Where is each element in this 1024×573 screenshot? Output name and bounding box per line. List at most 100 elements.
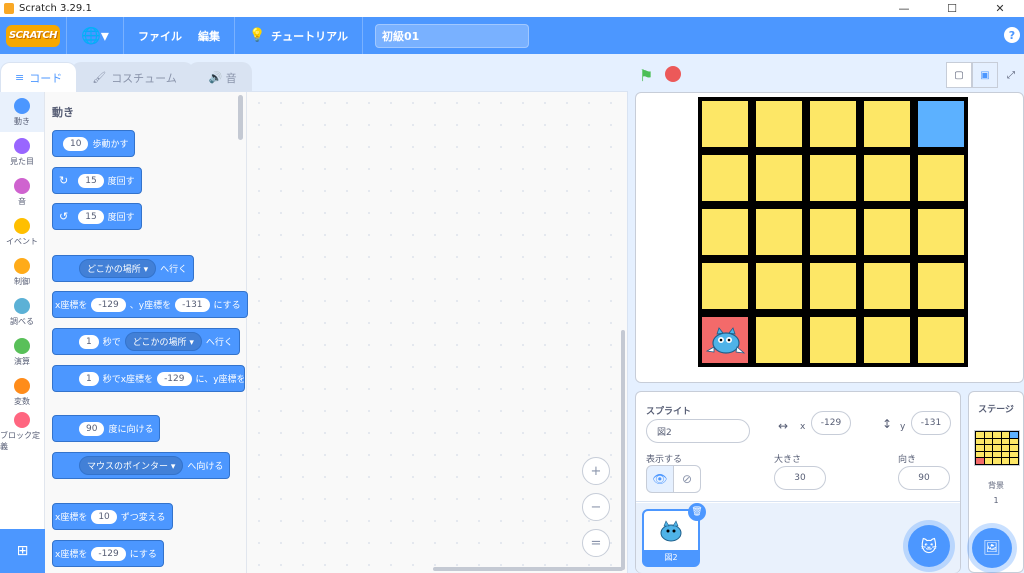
green-flag-icon[interactable]: ⚑ bbox=[639, 66, 653, 85]
maximize-button[interactable]: ☐ bbox=[928, 0, 976, 17]
category-variables[interactable]: 変数 bbox=[0, 372, 44, 412]
tab-sounds[interactable]: 🔊 音 bbox=[187, 62, 252, 92]
delete-sprite-button[interactable]: 🗑 bbox=[688, 503, 706, 521]
window-title: Scratch 3.29.1 bbox=[19, 3, 92, 14]
degrees-input[interactable]: 15 bbox=[78, 209, 104, 224]
category-events[interactable]: イベント bbox=[0, 212, 44, 252]
grid-cell bbox=[914, 313, 968, 367]
x-position-input[interactable]: -129 bbox=[811, 411, 851, 435]
size-input[interactable]: 30 bbox=[774, 466, 826, 490]
goto-xy-block[interactable]: x座標を -129 、y座標を -131 にする bbox=[52, 291, 248, 318]
steps-input[interactable]: 10 bbox=[63, 136, 89, 151]
zoom-out-button[interactable]: − bbox=[582, 493, 610, 521]
category-dot bbox=[14, 137, 30, 154]
turn-right-block[interactable]: ↻ 15 度回す bbox=[52, 167, 142, 194]
grid-cell bbox=[806, 97, 860, 151]
category-sensing[interactable]: 調べる bbox=[0, 292, 44, 332]
menu-bar: SCRATCH 🌐▾ ファイル 編集 💡 チュートリアル 初級01 ? bbox=[0, 17, 1024, 54]
tile-grid bbox=[698, 97, 970, 371]
category-label: ブロック定義 bbox=[0, 431, 40, 451]
glide-target-dropdown[interactable]: どこかの場所 ▾ bbox=[124, 332, 202, 351]
y-input[interactable]: -131 bbox=[175, 297, 210, 312]
normal-stage-button[interactable]: ▣ bbox=[972, 62, 998, 88]
add-extension-button[interactable]: ⊞ bbox=[0, 529, 45, 573]
close-button[interactable]: ✕ bbox=[976, 0, 1024, 17]
category-operators[interactable]: 演算 bbox=[0, 332, 44, 372]
category-my-blocks[interactable]: ブロック定義 bbox=[0, 412, 44, 452]
tab-costumes[interactable]: 🖌 コスチューム bbox=[71, 62, 194, 92]
brush-icon: 🖌 bbox=[92, 71, 107, 84]
file-menu[interactable]: ファイル bbox=[130, 17, 190, 54]
point-direction-block[interactable]: 90 度に向ける bbox=[52, 415, 161, 442]
palette-scrollbar[interactable] bbox=[238, 95, 243, 140]
small-stage-button[interactable]: ▢ bbox=[946, 62, 972, 88]
x-label: x bbox=[800, 422, 806, 432]
extension-icon: ⊞ bbox=[16, 543, 29, 559]
minimize-button[interactable]: — bbox=[880, 0, 928, 17]
tab-code[interactable]: ≡ コード bbox=[0, 62, 78, 92]
category-dot bbox=[14, 297, 30, 314]
stop-icon[interactable] bbox=[665, 66, 681, 82]
category-control[interactable]: 制御 bbox=[0, 252, 44, 292]
block-text: へ行く bbox=[160, 265, 188, 275]
goto-target-dropdown[interactable]: どこかの場所 ▾ bbox=[79, 259, 157, 278]
show-sprite-button[interactable]: 👁 bbox=[646, 465, 674, 493]
stage-thumbnail[interactable] bbox=[974, 430, 1020, 466]
sprite-cell[interactable] bbox=[698, 313, 752, 367]
goal-cell bbox=[914, 97, 968, 151]
block-text: 度回す bbox=[107, 213, 135, 223]
grid-cell bbox=[698, 151, 752, 205]
zoom-in-button[interactable]: + bbox=[582, 457, 610, 485]
seconds-input[interactable]: 1 bbox=[79, 371, 99, 386]
edit-menu[interactable]: 編集 bbox=[190, 17, 228, 54]
x-input[interactable]: -129 bbox=[91, 297, 126, 312]
scratch-app-icon bbox=[4, 3, 14, 14]
direction-input[interactable]: 90 bbox=[79, 421, 105, 436]
x-input[interactable]: -129 bbox=[91, 546, 126, 561]
direction-input[interactable]: 90 bbox=[898, 466, 950, 490]
turn-left-block[interactable]: ↺ 15 度回す bbox=[52, 203, 142, 230]
language-menu[interactable]: 🌐▾ bbox=[73, 17, 117, 54]
workspace-horizontal-scrollbar[interactable] bbox=[433, 567, 623, 571]
stage-target-pane[interactable]: ステージ 背景 1 🖼 bbox=[968, 391, 1024, 573]
choose-sprite-button[interactable]: 🐱 bbox=[908, 525, 950, 567]
dx-input[interactable]: 10 bbox=[91, 509, 117, 524]
x-input[interactable]: -129 bbox=[157, 371, 192, 386]
grid-cell bbox=[914, 205, 968, 259]
hide-sprite-button[interactable]: ⊘ bbox=[673, 465, 701, 493]
help-icon[interactable]: ? bbox=[1004, 27, 1020, 43]
tutorials-label: チュートリアル bbox=[271, 29, 349, 43]
project-title-input[interactable]: 初級01 bbox=[375, 23, 530, 48]
goto-block[interactable]: どこかの場所 ▾ へ行く bbox=[52, 255, 195, 282]
degrees-input[interactable]: 15 bbox=[78, 173, 104, 188]
grid-cell bbox=[806, 205, 860, 259]
glide-to-block[interactable]: 1 秒で どこかの場所 ▾ へ行く bbox=[52, 328, 240, 355]
choose-backdrop-button[interactable]: 🖼 bbox=[972, 528, 1012, 568]
category-dot bbox=[14, 97, 30, 114]
scratch-logo[interactable]: SCRATCH bbox=[6, 24, 60, 47]
fullscreen-button[interactable]: ⤢ bbox=[998, 62, 1024, 88]
glide-xy-block[interactable]: 1 秒でx座標を -129 に、y座標を bbox=[52, 365, 245, 392]
workspace-vertical-scrollbar[interactable] bbox=[621, 330, 625, 570]
category-sound[interactable]: 音 bbox=[0, 172, 44, 212]
point-target-dropdown[interactable]: マウスのポインター ▾ bbox=[79, 456, 184, 475]
point-towards-block[interactable]: マウスのポインター ▾ へ向ける bbox=[52, 452, 231, 479]
sprite-name-input[interactable]: 図2 bbox=[646, 419, 750, 443]
category-looks[interactable]: 見た目 bbox=[0, 132, 44, 172]
zoom-reset-button[interactable]: = bbox=[582, 529, 610, 557]
stage-size-toggle: ▢ ▣ ⤢ bbox=[946, 62, 1024, 88]
change-x-block[interactable]: x座標を 10 ずつ変える bbox=[52, 503, 173, 530]
tutorials-menu[interactable]: 💡 チュートリアル bbox=[241, 17, 356, 54]
set-x-block[interactable]: x座標を -129 にする bbox=[52, 540, 164, 567]
seconds-input[interactable]: 1 bbox=[79, 334, 99, 349]
block-text: にする bbox=[213, 301, 241, 311]
grid-cell bbox=[752, 97, 806, 151]
category-motion[interactable]: 動き bbox=[0, 92, 44, 132]
y-position-input[interactable]: -131 bbox=[911, 411, 951, 435]
grid-cell bbox=[752, 313, 806, 367]
direction-label: 向き bbox=[898, 455, 917, 465]
move-steps-block[interactable]: 10 歩動かす bbox=[52, 130, 136, 157]
block-text: 歩動かす bbox=[92, 140, 129, 150]
stage-canvas[interactable] bbox=[635, 92, 1024, 383]
category-dot bbox=[14, 412, 30, 428]
